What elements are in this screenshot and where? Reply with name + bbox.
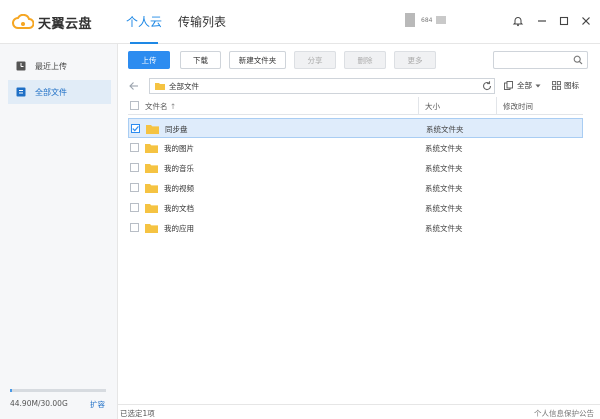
sidebar-item-recent-uploads[interactable]: 最近上传 <box>8 54 111 78</box>
grid-view-toggle[interactable]: 图标 <box>552 80 579 91</box>
current-path: 全部文件 <box>169 81 199 91</box>
grid-icon <box>552 81 561 90</box>
file-type: 系统文件夹 <box>425 164 463 173</box>
avatar[interactable] <box>405 13 415 27</box>
close-icon[interactable] <box>580 15 592 27</box>
sidebar: 最近上传 全部文件 <box>0 44 118 419</box>
status-bar: 已选定1项 个人信息保护公告 <box>118 404 600 419</box>
table-row[interactable]: 我的视频 系统文件夹 <box>128 178 583 198</box>
folder-icon <box>145 164 158 173</box>
row-checkbox[interactable] <box>130 163 139 172</box>
delete-button[interactable]: 删除 <box>344 51 386 69</box>
row-checkbox[interactable] <box>130 183 139 192</box>
table-row[interactable]: 同步盘 系统文件夹 <box>128 118 583 138</box>
file-type: 系统文件夹 <box>426 125 464 134</box>
selection-count: 已选定1项 <box>120 409 155 418</box>
title-bar: 天翼云盘 个人云 传输列表 684 <box>0 0 600 44</box>
folder-icon <box>145 204 158 213</box>
file-name[interactable]: 同步盘 <box>165 124 188 135</box>
privacy-notice-link[interactable]: 个人信息保护公告 <box>534 408 594 419</box>
row-checkbox[interactable] <box>130 223 139 232</box>
file-name[interactable]: 我的音乐 <box>164 163 194 174</box>
sidebar-item-label: 最近上传 <box>35 61 67 71</box>
table-row[interactable]: 我的文档 系统文件夹 <box>128 198 583 218</box>
file-name[interactable]: 我的视频 <box>164 183 194 194</box>
path-bar[interactable]: 全部文件 <box>149 78 495 94</box>
sidebar-item-all-files[interactable]: 全部文件 <box>8 80 111 104</box>
more-button[interactable]: 更多 <box>394 51 436 69</box>
chevron-down-icon <box>535 84 541 87</box>
download-button[interactable]: 下载 <box>180 51 221 69</box>
column-header-size[interactable]: 大小 <box>425 101 440 112</box>
refresh-icon[interactable] <box>481 80 493 92</box>
user-info[interactable]: 684 <box>405 13 447 27</box>
filter-dropdown[interactable]: 全部 <box>504 80 541 91</box>
table-header: 文件名 ↑ 大小 修改时间 <box>128 97 583 115</box>
table-row[interactable]: 我的图片 系统文件夹 <box>128 138 583 158</box>
filter-label: 全部 <box>517 81 532 90</box>
share-button[interactable]: 分享 <box>294 51 336 69</box>
bell-icon[interactable] <box>512 15 524 27</box>
user-extra <box>436 16 447 24</box>
sidebar-item-label: 全部文件 <box>35 87 67 97</box>
tab-transfer-list[interactable]: 传输列表 <box>178 13 226 33</box>
file-name[interactable]: 我的图片 <box>164 143 194 154</box>
back-arrow-icon[interactable] <box>128 80 140 92</box>
maximize-icon[interactable] <box>558 15 570 27</box>
folder-icon <box>145 224 158 233</box>
search-input[interactable] <box>493 51 588 69</box>
file-name[interactable]: 我的应用 <box>164 223 194 234</box>
file-type: 系统文件夹 <box>425 204 463 213</box>
column-header-name[interactable]: 文件名 ↑ <box>145 101 176 112</box>
table-row[interactable]: 我的音乐 系统文件夹 <box>128 158 583 178</box>
app-logo: 天翼云盘 <box>12 10 92 34</box>
cloud-logo-icon <box>12 14 34 29</box>
folder-icon <box>146 125 159 134</box>
new-folder-button[interactable]: 新建文件夹 <box>229 51 286 69</box>
grid-label: 图标 <box>564 81 579 90</box>
row-checkbox[interactable] <box>130 203 139 212</box>
app-title: 天翼云盘 <box>38 16 93 32</box>
row-checkbox[interactable] <box>130 143 139 152</box>
folder-icon <box>145 184 158 193</box>
upload-button[interactable]: 上传 <box>128 51 170 69</box>
user-name: 684 <box>421 16 433 24</box>
file-type: 系统文件夹 <box>425 184 463 193</box>
column-header-modified[interactable]: 修改时间 <box>503 101 533 112</box>
storage-quota-bar <box>10 389 106 392</box>
file-type: 系统文件夹 <box>425 144 463 153</box>
folder-icon <box>145 144 158 153</box>
copy-icon <box>504 81 513 90</box>
storage-quota-text: 44.90M/30.00G <box>10 399 68 408</box>
minimize-icon[interactable] <box>536 15 548 27</box>
row-checkbox[interactable] <box>131 124 140 133</box>
table-row[interactable]: 我的应用 系统文件夹 <box>128 218 583 238</box>
tab-personal-cloud[interactable]: 个人云 <box>126 13 162 44</box>
file-type: 系统文件夹 <box>425 224 463 233</box>
clock-icon <box>16 61 26 71</box>
files-icon <box>16 87 26 97</box>
folder-icon <box>155 83 165 90</box>
select-all-checkbox[interactable] <box>130 101 139 110</box>
expand-storage-link[interactable]: 扩容 <box>90 399 105 410</box>
file-name[interactable]: 我的文档 <box>164 203 194 214</box>
storage-quota-fill <box>10 389 12 392</box>
search-icon[interactable] <box>573 55 583 65</box>
